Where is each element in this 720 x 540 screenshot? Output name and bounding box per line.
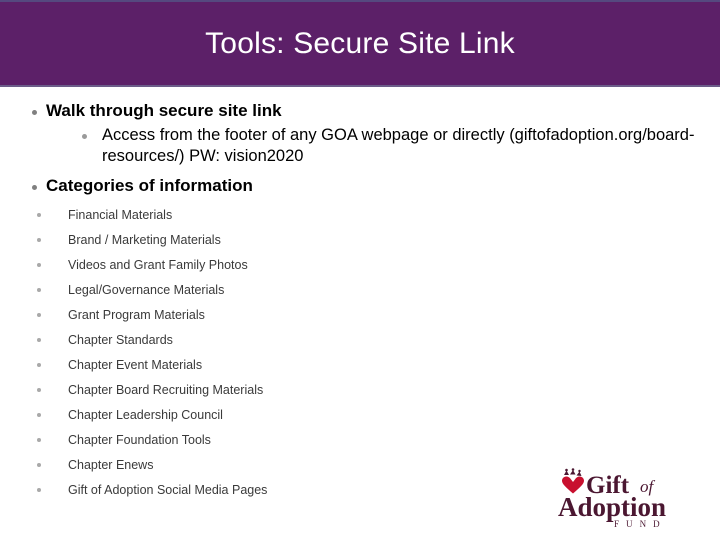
list-item-label: Legal/Governance Materials (68, 283, 225, 298)
category-list: Financial Materials Brand / Marketing Ma… (0, 203, 720, 503)
logo-line2: Adoption (558, 492, 666, 522)
bullet-item-level1-walk: Walk through secure site link Access fro… (32, 101, 720, 166)
outline-block-categories: Categories of information (0, 176, 720, 197)
heart-icon (562, 476, 584, 494)
outline-sublist-level2: Access from the footer of any GOA webpag… (46, 125, 720, 167)
bullet-dot-icon (37, 313, 41, 318)
bullet-dot-icon (37, 213, 41, 218)
bullet-label: Categories of information (46, 176, 253, 196)
bullet-dot-icon (37, 463, 41, 468)
list-item-label: Brand / Marketing Materials (68, 233, 221, 248)
list-item-label: Grant Program Materials (68, 308, 205, 323)
bullet-dot-icon (37, 488, 41, 493)
bullet-dot-icon (37, 438, 41, 443)
bullet-dot-icon (37, 288, 41, 293)
bullet-dot-icon (37, 263, 41, 268)
bullet-label: Access from the footer of any GOA webpag… (102, 125, 695, 165)
bullet-dot-icon (37, 238, 41, 243)
bullet-item-level1-categories: Categories of information (32, 176, 720, 197)
list-item: Legal/Governance Materials (37, 278, 720, 303)
list-item: Grant Program Materials (37, 303, 720, 328)
logo-line3: F U N D (614, 519, 662, 529)
bullet-dot-icon (37, 388, 41, 393)
list-item-label: Videos and Grant Family Photos (68, 258, 248, 273)
crown-flourish-icon (564, 468, 582, 476)
bullet-label: Walk through secure site link (46, 101, 282, 120)
list-item: Chapter Leadership Council (37, 403, 720, 428)
list-item: Financial Materials (37, 203, 720, 228)
slide-title-banner: Tools: Secure Site Link (0, 0, 720, 87)
list-item-label: Chapter Board Recruiting Materials (68, 383, 264, 398)
list-item-label: Chapter Leadership Council (68, 408, 223, 423)
bullet-item-level2-access: Access from the footer of any GOA webpag… (82, 125, 720, 167)
list-item-label: Chapter Enews (68, 458, 154, 473)
list-item-label: Chapter Standards (68, 333, 173, 348)
bullet-dot-icon (37, 413, 41, 418)
list-item: Chapter Board Recruiting Materials (37, 378, 720, 403)
bullet-dot-icon (82, 133, 87, 139)
list-item-label: Gift of Adoption Social Media Pages (68, 483, 268, 498)
list-item-label: Financial Materials (68, 208, 173, 223)
gift-of-adoption-fund-logo: Gift of Adoption F U N D (552, 468, 700, 530)
list-item: Brand / Marketing Materials (37, 228, 720, 253)
bullet-dot-icon (37, 363, 41, 368)
bullet-dot-icon (37, 338, 41, 343)
list-item: Chapter Foundation Tools (37, 428, 720, 453)
outline-block-walk: Walk through secure site link Access fro… (0, 101, 720, 166)
list-item: Videos and Grant Family Photos (37, 253, 720, 278)
list-item-label: Chapter Event Materials (68, 358, 203, 373)
list-item: Chapter Event Materials (37, 353, 720, 378)
bullet-dot-icon (32, 185, 37, 191)
logo-graphic: Gift of Adoption F U N D (558, 468, 666, 529)
page-title: Tools: Secure Site Link (205, 26, 515, 60)
list-item-label: Chapter Foundation Tools (68, 433, 211, 448)
list-item: Chapter Standards (37, 328, 720, 353)
bullet-dot-icon (32, 110, 37, 115)
